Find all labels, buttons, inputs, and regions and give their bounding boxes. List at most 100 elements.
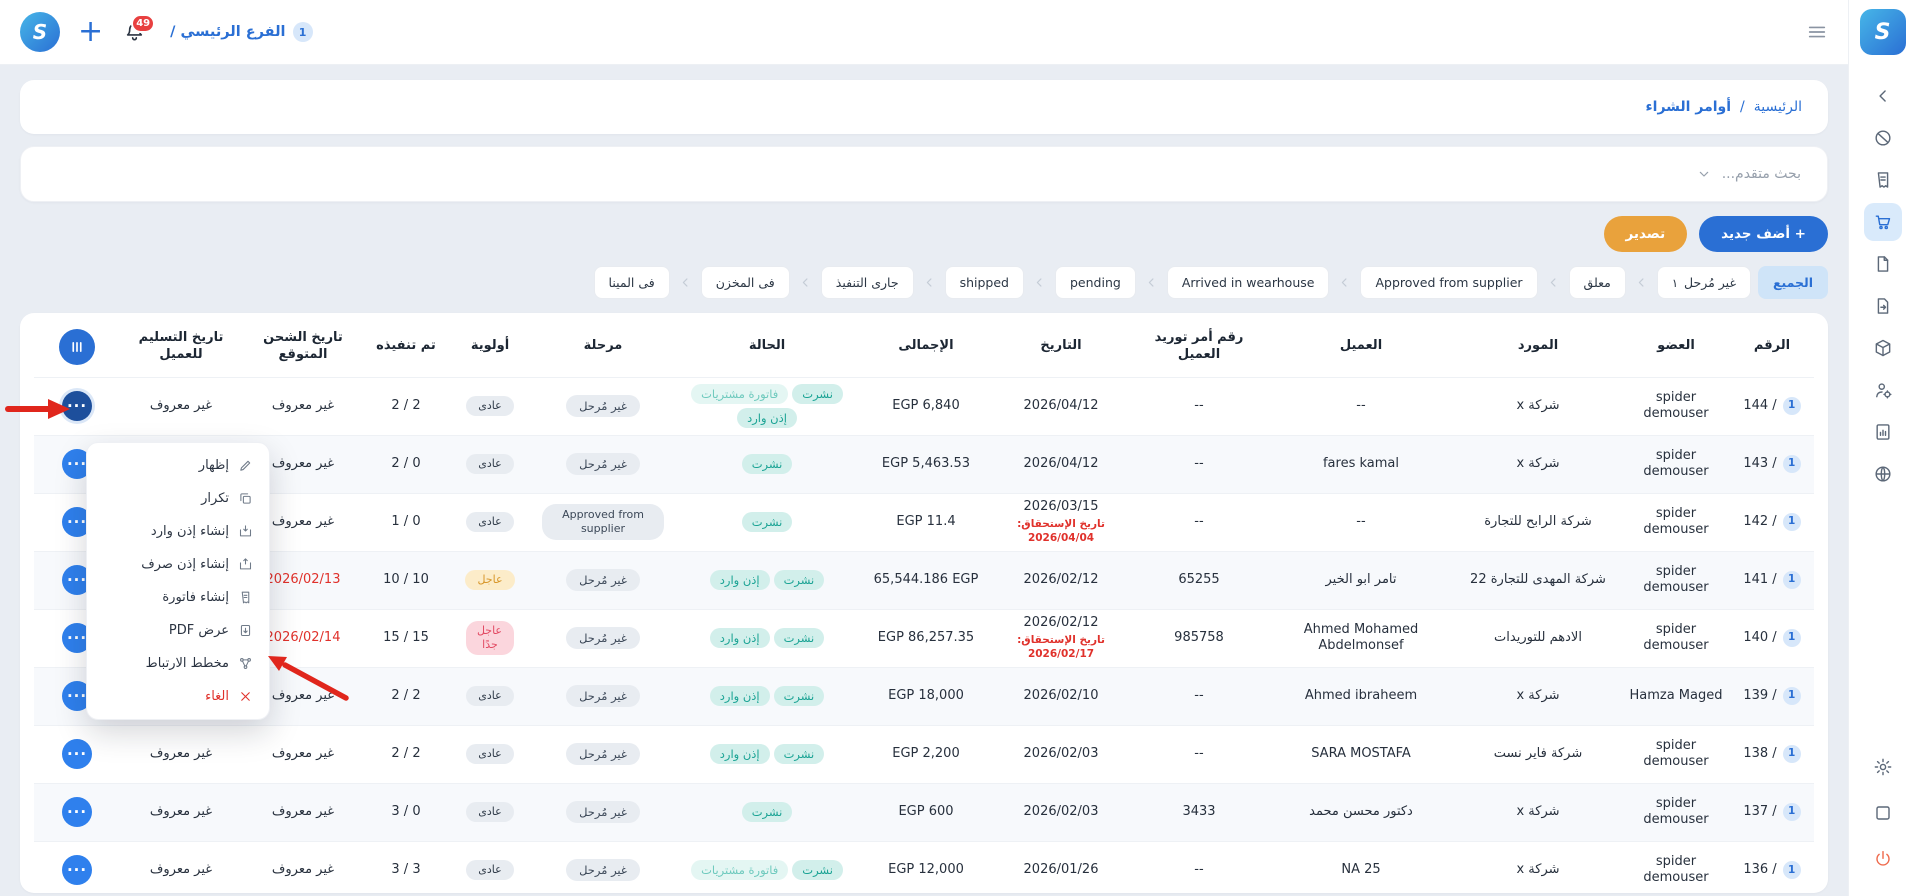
menu-hamburger-icon[interactable]: [1806, 21, 1828, 43]
status-badge: نشرت: [792, 384, 843, 404]
context-menu-item[interactable]: إنشاء فاتورة: [87, 581, 269, 614]
filter-chip[interactable]: فى المينا: [594, 266, 670, 299]
order-number: 138 /1: [1736, 745, 1808, 763]
date-cell: 2026/03/15تاريخ الإستحقاق:2026/04/04: [992, 493, 1130, 551]
member-cell: spider demouser: [1622, 551, 1730, 609]
filter-chip[interactable]: Approved from supplier: [1360, 266, 1537, 299]
goods-out-icon: [238, 557, 253, 572]
priority-cell: عادى: [448, 841, 532, 893]
executed-cell: 15 / 15: [364, 609, 448, 667]
executed-count: 2 / 2: [391, 398, 420, 413]
purchase-orders-table: الرقمالعضوالموردالعميلرقم أمر توريد العم…: [34, 317, 1814, 893]
filter-chip[interactable]: فى المخزن: [701, 266, 790, 299]
sidebar: S: [1848, 0, 1916, 896]
row-actions-button[interactable]: ...: [62, 855, 92, 885]
receipt-icon[interactable]: [1864, 161, 1902, 199]
square-icon[interactable]: [1864, 794, 1902, 832]
member-cell: spider demouser: [1622, 783, 1730, 841]
user-settings-icon[interactable]: [1864, 371, 1902, 409]
total-amount: EGP 12,000: [888, 862, 964, 877]
actions-cell: ...: [34, 725, 120, 783]
order-number-text: 136 /: [1743, 862, 1776, 878]
order-number: 144 /1: [1736, 397, 1808, 415]
table-row: 143 /1spider demouserشركة xfares kamal--…: [34, 435, 1814, 493]
filter-chip[interactable]: جارى التنفيذ: [821, 266, 914, 299]
context-menu-item[interactable]: تكرار: [87, 482, 269, 515]
order-number-text: 137 /: [1743, 804, 1776, 820]
power-icon[interactable]: [1864, 840, 1902, 878]
export-button[interactable]: تصدير: [1604, 216, 1688, 252]
add-new-button[interactable]: + أضف جديد: [1699, 216, 1828, 252]
order-number-cell: 140 /1: [1730, 609, 1814, 667]
stage-badge: غير مُرحل: [566, 859, 640, 881]
priority-cell: عادى: [448, 377, 532, 435]
collapse-chevron-icon[interactable]: [1864, 77, 1902, 115]
filter-chip-label: Arrived in wearhouse: [1182, 275, 1315, 290]
context-menu-item-label: تكرار: [201, 491, 229, 506]
context-menu-item[interactable]: إظهار: [87, 449, 269, 482]
row-actions-button[interactable]: ...: [62, 391, 92, 421]
order-count-badge: 1: [1783, 687, 1801, 705]
table-row: 137 /1spider demouserشركة xدكتور محسن مح…: [34, 783, 1814, 841]
order-number-cell: 137 /1: [1730, 783, 1814, 841]
stage-cell: غير مُرحل: [532, 609, 674, 667]
status-badges: نشرتإذن وارد: [680, 744, 854, 764]
executed-cell: 2 / 2: [364, 725, 448, 783]
topbar: S + 49 الفرع الرئيسي / 1: [0, 0, 1848, 64]
report-icon[interactable]: [1864, 413, 1902, 451]
package-icon[interactable]: [1864, 329, 1902, 367]
status-badge: إذن وارد: [710, 744, 770, 764]
filter-chip[interactable]: shipped: [945, 266, 1024, 299]
breadcrumb-separator: /: [1740, 99, 1745, 115]
app-logo-icon: S: [20, 12, 60, 52]
total-cell: EGP 11.4: [860, 493, 992, 551]
row-actions-button[interactable]: ...: [62, 797, 92, 827]
purchases-icon[interactable]: [1864, 203, 1902, 241]
sidebar-app-logo-icon: S: [1860, 9, 1906, 55]
expected-shipping-date: غير معروف: [272, 688, 334, 703]
context-menu-item[interactable]: الغاء: [87, 680, 269, 713]
row-actions-button[interactable]: ...: [62, 739, 92, 769]
priority-cell: عاجل: [448, 551, 532, 609]
order-number: 142 /1: [1736, 513, 1808, 531]
order-count-badge: 1: [1783, 745, 1801, 763]
settings-gear-icon[interactable]: [1864, 748, 1902, 786]
expected-shipping-date: غير معروف: [272, 456, 334, 471]
column-header: تم تنفيذه: [364, 317, 448, 377]
context-menu-item[interactable]: مخطط الارتباط: [87, 647, 269, 680]
stage-badge: غير مُرحل: [566, 801, 640, 823]
filter-chip[interactable]: الجميع: [1758, 266, 1828, 299]
member-cell: spider demouser: [1622, 435, 1730, 493]
branch-selector[interactable]: الفرع الرئيسي / 1: [170, 22, 312, 42]
breadcrumb-home-link[interactable]: الرئيسية: [1754, 99, 1802, 115]
ban-icon[interactable]: [1864, 119, 1902, 157]
context-menu-item[interactable]: إنشاء إذن وارد: [87, 515, 269, 548]
columns-settings-button[interactable]: [59, 329, 95, 365]
column-header: تاريخ الشحن المتوقع: [242, 317, 364, 377]
context-menu-item[interactable]: إنشاء إذن صرف: [87, 548, 269, 581]
actions-cell: ...: [34, 841, 120, 893]
document-export-icon[interactable]: [1864, 287, 1902, 325]
client-supply-order-cell: 3433: [1130, 783, 1268, 841]
context-menu-item-label: إظهار: [199, 458, 229, 473]
filter-chip[interactable]: معلق: [1569, 266, 1626, 299]
chip-separator-icon: [677, 274, 694, 291]
filter-chip-label: pending: [1070, 275, 1121, 290]
chip-separator-icon: [1143, 274, 1160, 291]
client-cell: Ahmed ibraheem: [1268, 667, 1454, 725]
status-badge: نشرت: [774, 628, 825, 648]
chip-separator-icon: [1633, 274, 1650, 291]
filter-chip[interactable]: غير مُرحل١: [1657, 266, 1751, 299]
filter-chip[interactable]: Arrived in wearhouse: [1167, 266, 1330, 299]
context-menu-item[interactable]: عرض PDF: [87, 614, 269, 647]
create-new-button[interactable]: +: [78, 17, 103, 47]
date-cell: 2026/02/12تاريخ الإستحقاق:2026/02/17: [992, 609, 1130, 667]
status-cell: نشرتإذن وارد: [674, 725, 860, 783]
stage-badge: غير مُرحل: [566, 395, 640, 417]
order-number: 143 /1: [1736, 455, 1808, 473]
document-icon[interactable]: [1864, 245, 1902, 283]
globe-icon[interactable]: [1864, 455, 1902, 493]
notifications-button[interactable]: 49: [123, 21, 146, 44]
advanced-search-bar[interactable]: بحث متقدم...: [20, 146, 1828, 202]
filter-chip[interactable]: pending: [1055, 266, 1136, 299]
